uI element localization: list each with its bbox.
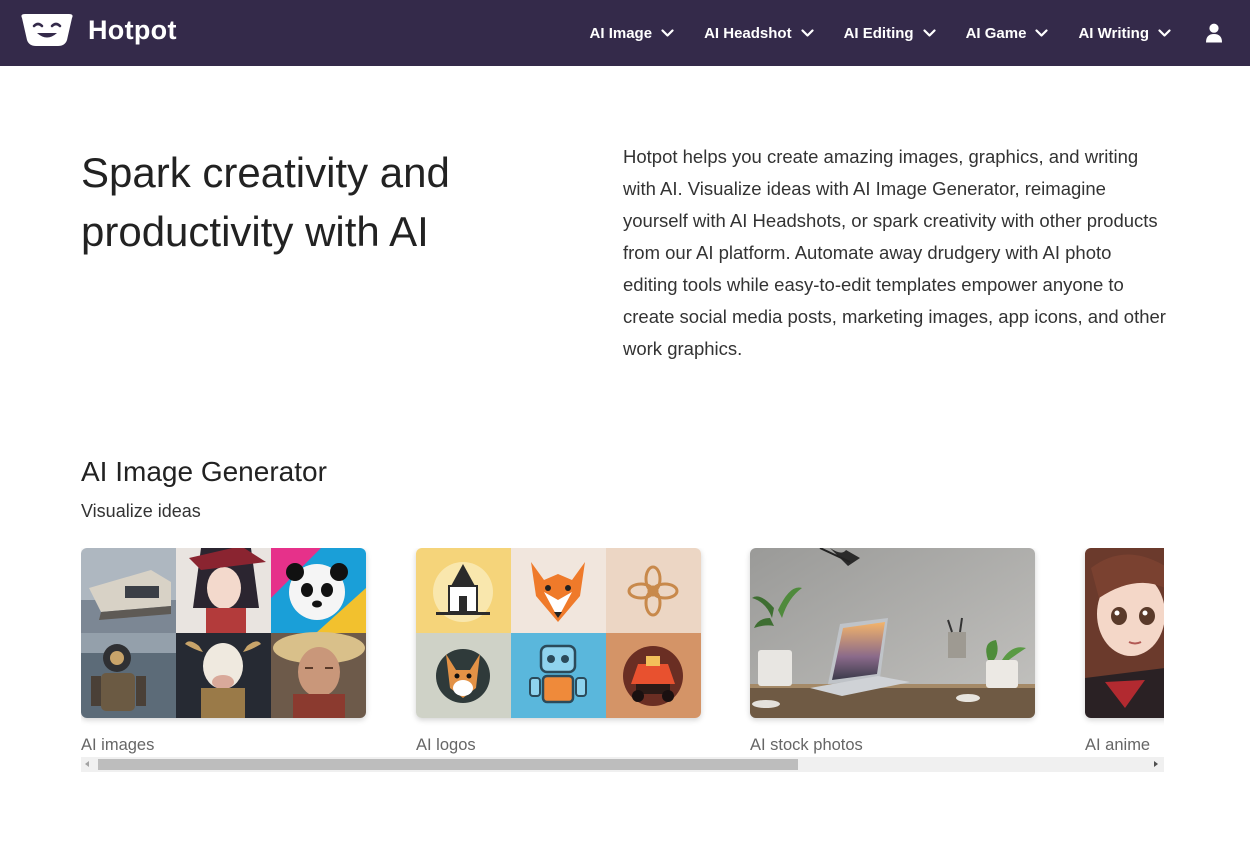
card-thumbnail [81, 548, 366, 718]
scrollbar-thumb[interactable] [98, 759, 798, 770]
card-label: AI logos [416, 736, 476, 754]
scroll-left-arrow-icon[interactable] [85, 761, 89, 767]
nav-label: AI Editing [843, 24, 914, 42]
ai-anime-portrait [1085, 548, 1164, 718]
nav-ai-game[interactable]: AI Game [966, 25, 1049, 42]
card-thumbnail [750, 548, 1035, 718]
nav-ai-editing[interactable]: AI Editing [844, 25, 936, 42]
scroll-right-arrow-icon[interactable] [1154, 761, 1158, 767]
carousel-scrollbar[interactable] [81, 757, 1164, 772]
top-navigation-bar: Hotpot AI Image AI Headshot AI Editing A… [0, 0, 1250, 66]
chevron-down-icon [922, 28, 936, 37]
section-title: AI Image Generator [81, 456, 327, 487]
nav-ai-writing[interactable]: AI Writing [1078, 25, 1171, 42]
ai-stock-photo-desk [750, 548, 1035, 718]
card-ai-stock-photos[interactable]: AI stock photos [750, 548, 1035, 755]
nav-ai-headshot[interactable]: AI Headshot [704, 25, 814, 42]
brand-logo[interactable]: Hotpot [20, 12, 177, 48]
chevron-down-icon [1035, 28, 1049, 37]
chevron-down-icon [1158, 28, 1171, 37]
nav-label: AI Image [589, 24, 653, 42]
chevron-down-icon [661, 28, 674, 37]
card-label: AI images [81, 736, 155, 754]
main-nav: AI Image AI Headshot AI Editing AI Game … [590, 0, 1250, 66]
user-icon[interactable] [1205, 23, 1223, 43]
section-subtitle: Visualize ideas [81, 501, 201, 521]
hero-title: Spark creativity and productivity with A… [81, 149, 450, 255]
ai-logos-collage [416, 548, 701, 718]
chevron-down-icon [800, 28, 814, 37]
card-label: AI stock photos [750, 736, 863, 754]
hero-description: Hotpot helps you create amazing images, … [623, 146, 1166, 359]
nav-label: AI Game [965, 24, 1027, 42]
image-carousel[interactable]: AI images AI logos AI stock photos AI an… [81, 548, 1164, 758]
card-ai-logos[interactable]: AI logos [416, 548, 701, 755]
nav-label: AI Writing [1078, 24, 1149, 42]
brand-name: Hotpot [88, 14, 177, 45]
card-thumbnail [416, 548, 701, 718]
card-thumbnail [1085, 548, 1164, 718]
nav-label: AI Headshot [704, 24, 792, 42]
nav-ai-image[interactable]: AI Image [590, 25, 675, 42]
hotpot-logo-icon [21, 14, 73, 46]
card-label: AI anime [1085, 736, 1151, 754]
ai-images-collage [81, 548, 366, 718]
card-ai-anime[interactable]: AI anime [1085, 548, 1164, 755]
card-ai-images[interactable]: AI images [81, 548, 366, 755]
